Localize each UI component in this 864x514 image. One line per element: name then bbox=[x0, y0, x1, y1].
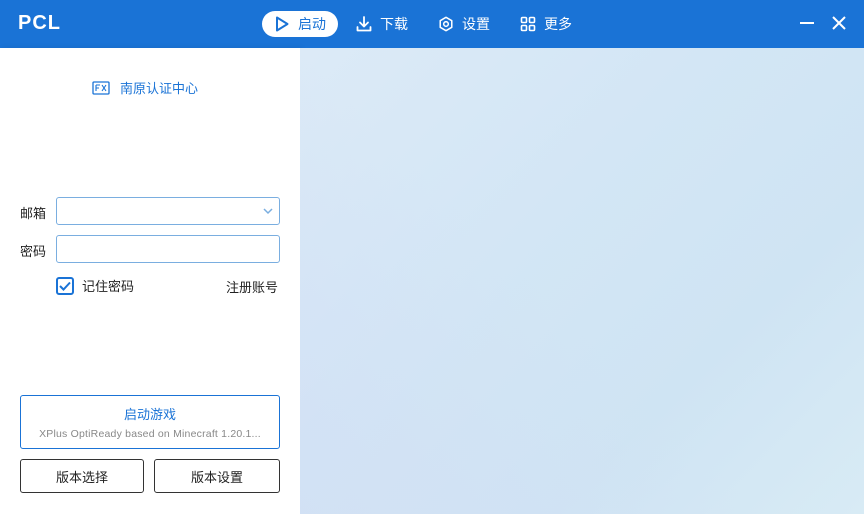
launch-title: 启动游戏 bbox=[123, 408, 176, 423]
gear-icon bbox=[438, 16, 454, 32]
nav-download-label: 下载 bbox=[380, 17, 408, 33]
login-panel: 南原认证中心 邮箱 密码 记住密码 注册账号 启动游戏 XPlus OptiRe… bbox=[0, 48, 300, 514]
remember-password[interactable]: 记住密码 bbox=[56, 276, 134, 295]
close-icon bbox=[832, 16, 846, 30]
minimize-button[interactable] bbox=[798, 14, 816, 32]
nav-download[interactable]: 下载 bbox=[344, 11, 420, 37]
register-link[interactable]: 注册账号 bbox=[226, 277, 278, 296]
email-label: 邮箱 bbox=[20, 207, 47, 222]
nav-more-label: 更多 bbox=[544, 17, 572, 33]
email-input[interactable] bbox=[57, 198, 279, 224]
auth-server-icon bbox=[92, 80, 110, 95]
download-icon bbox=[356, 16, 372, 32]
close-button[interactable] bbox=[830, 14, 848, 32]
nav-settings[interactable]: 设置 bbox=[426, 11, 502, 37]
app-brand: PCL bbox=[18, 12, 61, 34]
check-icon bbox=[59, 281, 71, 291]
password-field[interactable] bbox=[56, 235, 280, 263]
minimize-icon bbox=[800, 22, 814, 24]
grid-icon bbox=[520, 16, 536, 32]
version-select-button[interactable]: 版本选择 bbox=[20, 459, 144, 493]
password-input[interactable] bbox=[57, 236, 279, 262]
nav-launch[interactable]: 启动 bbox=[262, 11, 338, 37]
chevron-down-icon[interactable] bbox=[263, 207, 273, 215]
main-background bbox=[300, 48, 864, 514]
nav-launch-label: 启动 bbox=[298, 17, 326, 33]
top-nav: 启动 下载 设置 更多 bbox=[262, 11, 590, 37]
remember-checkbox[interactable] bbox=[56, 276, 74, 295]
launch-game-button[interactable]: 启动游戏 XPlus OptiReady based on Minecraft … bbox=[20, 395, 280, 449]
password-label: 密码 bbox=[20, 245, 47, 260]
launch-version: XPlus OptiReady based on Minecraft 1.20.… bbox=[39, 428, 261, 440]
auth-title: 南原认证中心 bbox=[120, 82, 199, 97]
auth-header: 南原认证中心 bbox=[92, 78, 198, 97]
play-icon bbox=[274, 16, 290, 32]
nav-more[interactable]: 更多 bbox=[508, 11, 584, 37]
title-bar: PCL 启动 下载 设置 更多 bbox=[0, 0, 864, 48]
email-field[interactable] bbox=[56, 197, 280, 225]
nav-settings-label: 设置 bbox=[462, 17, 490, 33]
remember-label: 记住密码 bbox=[82, 280, 135, 295]
version-settings-button[interactable]: 版本设置 bbox=[154, 459, 280, 493]
